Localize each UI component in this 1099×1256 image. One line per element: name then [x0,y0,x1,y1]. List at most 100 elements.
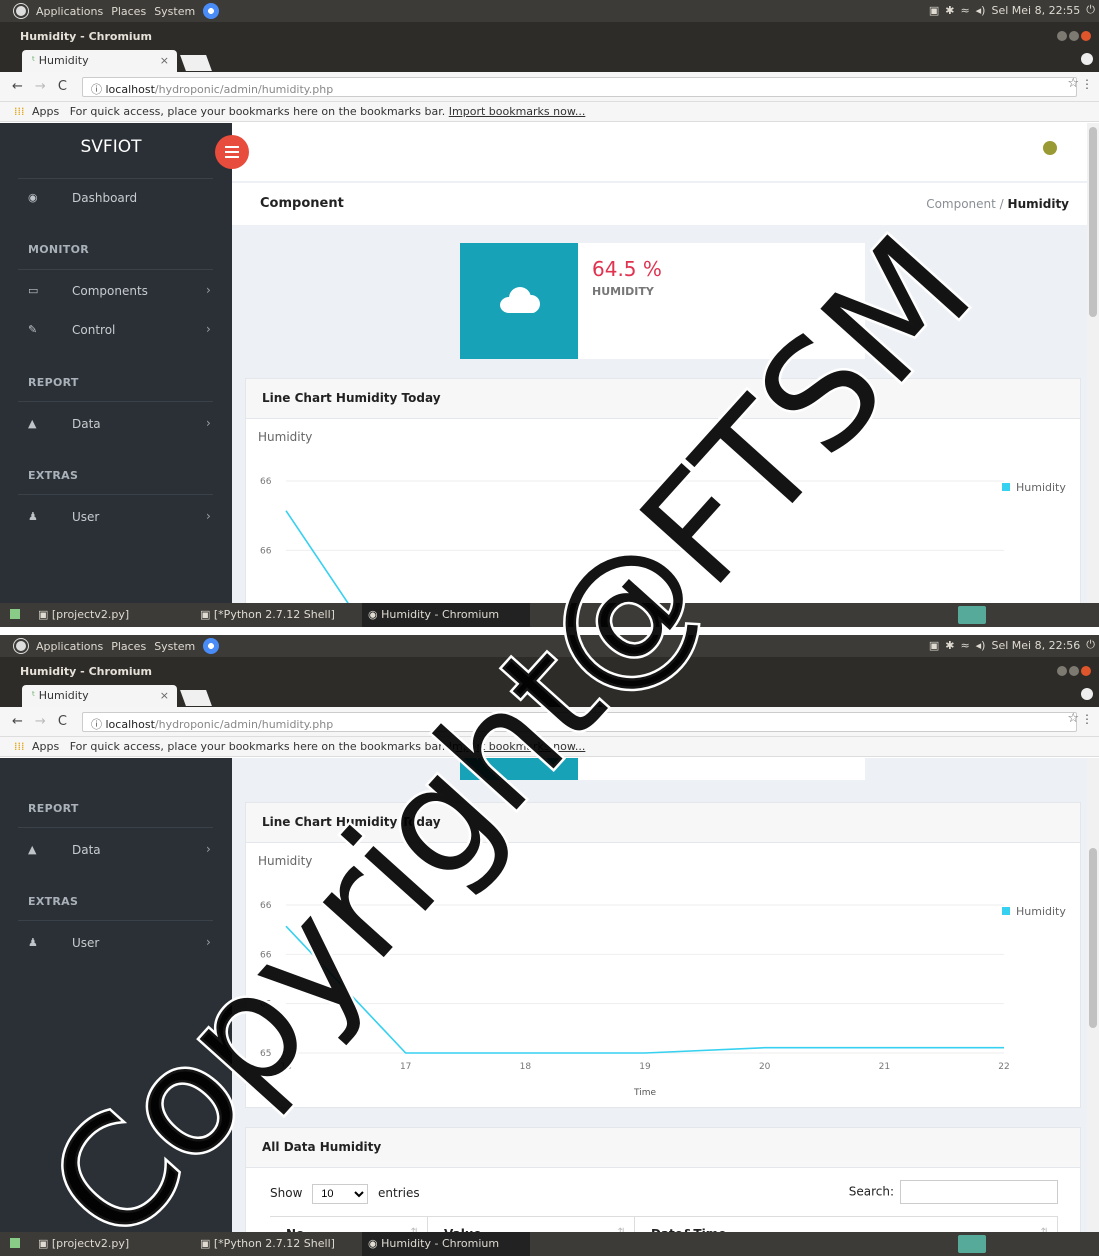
minimize-button[interactable] [1057,31,1067,41]
brand-title[interactable]: SVFIOT [0,137,232,157]
stat-tile [460,758,578,780]
breadcrumb-parent[interactable]: Component [926,197,996,211]
x-tick-label: 17 [400,1062,411,1072]
chromium-launcher-icon[interactable] [203,3,220,19]
ubuntu-logo-icon[interactable] [14,4,28,18]
data-table-panel: All Data Humidity Show 10 entries Search… [245,1127,1081,1239]
keyboard-icon[interactable]: ▣ [929,4,939,17]
taskbar-item-chromium[interactable]: ◉ Humidity - Chromium [368,608,499,621]
sidebar-item-components[interactable]: ▭ Components › [0,272,232,310]
import-bookmarks-link[interactable]: Import bookmarks now... [449,105,586,118]
os-menu-applications[interactable]: Applications [36,640,103,653]
taskbar-item-project[interactable]: ▣ [projectv2.py] [38,608,129,621]
sidebar-item-user[interactable]: ♟ User › [0,498,232,536]
bookmark-star-icon[interactable]: ☆ [1067,76,1079,91]
sidebar-item-user[interactable]: ♟ User › [0,924,232,962]
maximize-button[interactable] [1069,31,1079,41]
sidebar-item-dashboard[interactable]: ◉ Dashboard [0,179,232,217]
legend-label: Humidity [1016,481,1066,494]
line-chart-panel: Line Chart Humidity Today Humidity666665… [245,378,1081,603]
new-tab-button[interactable] [180,55,212,71]
apps-link[interactable]: Apps [32,740,59,753]
os-menu-places[interactable]: Places [111,5,146,18]
sidebar-item-data[interactable]: ▲ Data › [0,831,232,869]
user-icon: ♟ [28,936,38,949]
menu-more-icon[interactable]: ⋮ [1081,77,1093,91]
y-tick-label: 66 [260,901,272,911]
os-clock[interactable]: Sel Mei 8, 22:55 [991,4,1080,17]
back-arrow-icon[interactable]: ← [12,714,23,729]
tab-humidity[interactable]: ᵗ Humidity × [22,685,177,707]
power-icon[interactable]: ⏻ [1086,638,1095,652]
apps-link[interactable]: Apps [32,105,59,118]
taskbar-item-python-shell[interactable]: ▣ [*Python 2.7.12 Shell] [200,1237,335,1250]
profile-icon[interactable] [1081,53,1093,65]
taskbar-item-python-shell[interactable]: ▣ [*Python 2.7.12 Shell] [200,608,335,621]
url-input[interactable]: ⓘ localhost/hydroponic/admin/humidity.ph… [82,712,1077,732]
show-desktop-icon[interactable] [10,1237,26,1250]
sidebar-item-data[interactable]: ▲ Data › [0,405,232,443]
workspace-switcher[interactable] [958,606,986,624]
reload-icon[interactable]: C [58,714,67,729]
bluetooth-icon[interactable]: ✱ [945,639,954,652]
workspace-switcher[interactable] [958,1235,986,1253]
area-chart-icon: ▲ [28,843,37,856]
tab-label: Humidity [38,689,89,702]
close-window-button[interactable] [1081,31,1091,41]
forward-arrow-icon[interactable]: → [35,714,46,729]
volume-icon[interactable]: ◂) [976,639,986,652]
os-menu-places[interactable]: Places [111,640,146,653]
entries-select[interactable]: 10 [312,1184,369,1204]
search-input[interactable] [900,1180,1058,1204]
info-icon[interactable]: ⓘ [91,718,102,731]
keyboard-icon[interactable]: ▣ [929,639,939,652]
cloud-icon [500,287,540,313]
reload-icon[interactable]: C [58,79,67,94]
area-chart-icon: ▲ [28,417,37,430]
entries-control: Show 10 entries [270,1184,420,1204]
volume-icon[interactable]: ◂) [976,4,986,17]
page-scrollbar[interactable] [1087,123,1099,603]
menu-more-icon[interactable]: ⋮ [1081,712,1093,726]
url-input[interactable]: ⓘ localhost/hydroponic/admin/humidity.ph… [82,77,1077,97]
bookmark-star-icon[interactable]: ☆ [1067,711,1079,726]
apps-grid-icon[interactable]: ⁞⁞⁞ [14,105,25,118]
os-menu-system[interactable]: System [154,5,195,18]
show-desktop-icon[interactable] [10,608,26,621]
power-icon[interactable]: ⏻ [1086,3,1095,17]
os-menu-system[interactable]: System [154,640,195,653]
taskbar-item-chromium[interactable]: ◉ Humidity - Chromium [368,1237,499,1250]
forward-arrow-icon[interactable]: → [35,79,46,94]
sidebar-item-control[interactable]: ✎ Control › [0,311,232,349]
os-menu-applications[interactable]: Applications [36,5,103,18]
new-tab-button[interactable] [180,690,212,706]
back-arrow-icon[interactable]: ← [12,79,23,94]
wifi-icon[interactable]: ≈ [960,639,969,652]
table-title: All Data Humidity [262,1140,382,1154]
close-window-button[interactable] [1081,666,1091,676]
os-top-panel: Applications Places System ▣ ✱ ≈ ◂) Sel … [0,635,1099,657]
tab-humidity[interactable]: ᵗ Humidity × [22,50,177,72]
os-clock[interactable]: Sel Mei 8, 22:56 [991,639,1080,652]
tab-label: Humidity [38,54,89,67]
sidebar-label: Components [72,284,148,298]
apps-grid-icon[interactable]: ⁞⁞⁞ [14,740,25,753]
profile-icon[interactable] [1081,688,1093,700]
bluetooth-icon[interactable]: ✱ [945,4,954,17]
menu-toggle-button[interactable] [215,135,249,169]
bookmarks-bar: ⁞⁞⁞ Apps For quick access, place your bo… [0,737,1099,757]
import-bookmarks-link[interactable]: Import bookmarks now... [449,740,586,753]
maximize-button[interactable] [1069,666,1079,676]
info-icon[interactable]: ⓘ [91,83,102,96]
user-avatar-icon[interactable] [1043,141,1057,155]
line-chart-title: Line Chart Humidity Today [262,815,441,829]
chromium-launcher-icon[interactable] [203,638,220,654]
wifi-icon[interactable]: ≈ [960,4,969,17]
page-scrollbar[interactable] [1087,758,1099,1239]
tab-close-icon[interactable]: × [160,689,169,702]
ubuntu-logo-icon[interactable] [14,639,28,653]
taskbar-item-project[interactable]: ▣ [projectv2.py] [38,1237,129,1250]
tab-close-icon[interactable]: × [160,54,169,67]
chevron-right-icon: › [206,416,211,430]
minimize-button[interactable] [1057,666,1067,676]
